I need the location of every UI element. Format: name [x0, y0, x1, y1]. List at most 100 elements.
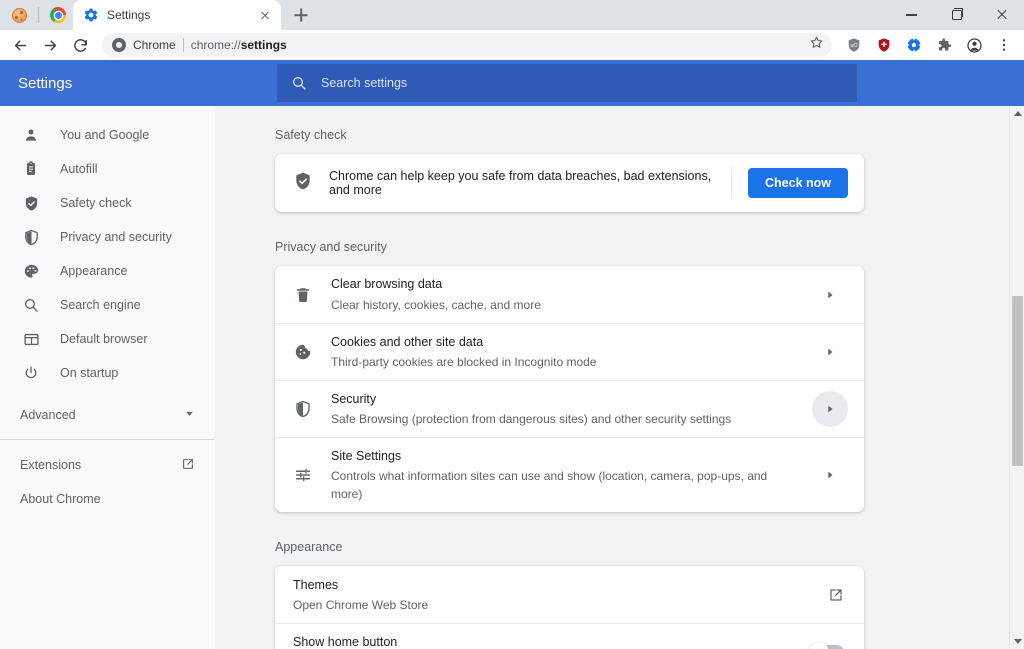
row-text: Clear browsing data Clear history, cooki…	[331, 275, 794, 313]
safety-divider	[731, 166, 732, 200]
sidebar-item-you-and-google[interactable]: You and Google	[0, 118, 215, 152]
shield-red-icon[interactable]	[870, 31, 898, 59]
row-clear-browsing-data[interactable]: Clear browsing data Clear history, cooki…	[275, 266, 864, 323]
chrome-favicon-icon	[50, 7, 66, 23]
address-bar[interactable]: Chrome chrome://settings	[102, 33, 832, 57]
power-icon	[22, 364, 40, 382]
sidebar-item-on-startup[interactable]: On startup	[0, 356, 215, 390]
row-text: Security Safe Browsing (protection from …	[331, 390, 794, 428]
chevron-right-icon[interactable]	[812, 334, 848, 370]
sidebar-item-safety-check[interactable]: Safety check	[0, 186, 215, 220]
sidebar-item-label: You and Google	[60, 128, 150, 142]
url-bold: settings	[240, 38, 287, 52]
pinned-tab-cookie[interactable]	[6, 2, 32, 28]
sidebar-item-label: Autofill	[60, 162, 98, 176]
external-link-icon[interactable]	[824, 583, 848, 607]
chevron-right-icon[interactable]	[812, 457, 848, 493]
sidebar-item-about-chrome[interactable]: About Chrome	[0, 482, 215, 516]
minimize-button[interactable]	[889, 0, 934, 30]
scroll-down-arrow[interactable]	[1010, 634, 1024, 649]
window-controls	[889, 0, 1024, 30]
sidebar-advanced-label: Advanced	[20, 408, 76, 422]
row-security[interactable]: Security Safe Browsing (protection from …	[275, 380, 864, 437]
row-themes[interactable]: Themes Open Chrome Web Store	[275, 566, 864, 623]
clipboard-icon	[22, 160, 40, 178]
sidebar-item-extensions[interactable]: Extensions	[0, 448, 215, 482]
sidebar-item-label: On startup	[60, 366, 119, 380]
settings-gear-icon	[83, 7, 99, 23]
extensions-puzzle-icon[interactable]	[930, 31, 958, 59]
cookie-icon	[293, 342, 313, 362]
close-icon[interactable]	[257, 7, 273, 23]
row-title: Cookies and other site data	[331, 335, 484, 349]
section-title-safety-check: Safety check	[275, 128, 347, 142]
show-home-button-toggle[interactable]	[809, 642, 844, 649]
shield-check-icon	[22, 194, 40, 212]
ublock-origin-icon[interactable]: uO	[840, 31, 868, 59]
row-title: Security	[331, 392, 377, 407]
palette-icon	[22, 262, 40, 280]
search-icon	[22, 296, 40, 314]
back-button[interactable]	[6, 31, 34, 59]
row-site-settings[interactable]: Site Settings Controls what information …	[275, 437, 864, 512]
bookmark-star-icon[interactable]	[809, 35, 824, 55]
sidebar-link-label: About Chrome	[20, 492, 101, 506]
row-subtitle: Open Chrome Web Store	[293, 597, 429, 612]
sidebar-divider	[0, 439, 215, 440]
profile-avatar[interactable]	[960, 31, 988, 59]
tune-sliders-icon	[293, 465, 313, 485]
shield-half-icon	[22, 228, 40, 246]
row-title: Themes	[293, 577, 339, 592]
maximize-button[interactable]	[934, 0, 979, 30]
chrome-security-icon	[112, 38, 126, 52]
settings-body: You and Google Autofill Safety check Pri…	[0, 106, 1024, 649]
page-title: Settings	[18, 74, 73, 92]
shield-check-icon	[293, 171, 313, 196]
new-tab-button[interactable]	[287, 1, 315, 29]
row-text: Show home button Disabled	[293, 633, 792, 649]
blue-gear-icon[interactable]	[900, 31, 928, 59]
sidebar-item-advanced[interactable]: Advanced	[0, 396, 215, 434]
row-show-home-button[interactable]: Show home button Disabled	[275, 623, 864, 649]
chevron-right-icon[interactable]	[812, 391, 848, 428]
sidebar-item-label: Safety check	[60, 196, 132, 210]
sidebar-item-label: Search engine	[60, 298, 141, 312]
row-subtitle: Clear history, cookies, cache, and more	[331, 297, 541, 312]
tab-title: Settings	[107, 8, 151, 22]
safety-check-row: Chrome can help keep you safe from data …	[275, 154, 864, 212]
close-window-button[interactable]	[979, 0, 1024, 30]
reload-button[interactable]	[66, 31, 94, 59]
url-prefix: chrome://	[190, 38, 241, 52]
settings-content: Safety check Chrome can help keep you sa…	[215, 106, 1024, 649]
shield-half-icon	[293, 399, 313, 419]
sidebar-item-appearance[interactable]: Appearance	[0, 254, 215, 288]
sidebar-item-search-engine[interactable]: Search engine	[0, 288, 215, 322]
external-link-icon	[181, 457, 195, 474]
sidebar-item-label: Privacy and security	[60, 230, 172, 244]
pinned-tab-chrome[interactable]	[45, 2, 71, 28]
row-text: Site Settings Controls what information …	[331, 447, 794, 503]
settings-header: Settings Search settings	[0, 60, 1024, 106]
sidebar-item-privacy-and-security[interactable]: Privacy and security	[0, 220, 215, 254]
sidebar-item-autofill[interactable]: Autofill	[0, 152, 215, 186]
toggle-knob	[809, 642, 829, 649]
row-title: Clear browsing data	[331, 277, 443, 292]
url-text: chrome://settings	[191, 38, 287, 52]
scroll-up-arrow[interactable]	[1010, 106, 1024, 121]
search-settings-input[interactable]: Search settings	[277, 64, 857, 102]
content-scrollbar[interactable]	[1009, 106, 1024, 649]
chevron-right-icon[interactable]	[812, 277, 848, 313]
three-dot-menu[interactable]	[990, 31, 1018, 59]
appearance-card: Themes Open Chrome Web Store Show home b…	[275, 566, 864, 649]
row-subtitle: Third-party cookies are blocked in Incog…	[331, 355, 597, 370]
row-cookies-and-other-site-data[interactable]: Cookies and other site data Third-party …	[275, 323, 864, 380]
row-text: Cookies and other site data Third-party …	[331, 333, 794, 371]
sidebar-item-default-browser[interactable]: Default browser	[0, 322, 215, 356]
scrollbar-thumb[interactable]	[1012, 296, 1023, 466]
tab-strip: Settings	[0, 0, 1024, 30]
forward-button[interactable]	[36, 31, 64, 59]
sidebar-item-label: Default browser	[60, 332, 148, 346]
check-now-button[interactable]: Check now	[748, 168, 848, 198]
active-tab-settings[interactable]: Settings	[73, 0, 281, 30]
sidebar-item-label: Appearance	[60, 264, 128, 278]
